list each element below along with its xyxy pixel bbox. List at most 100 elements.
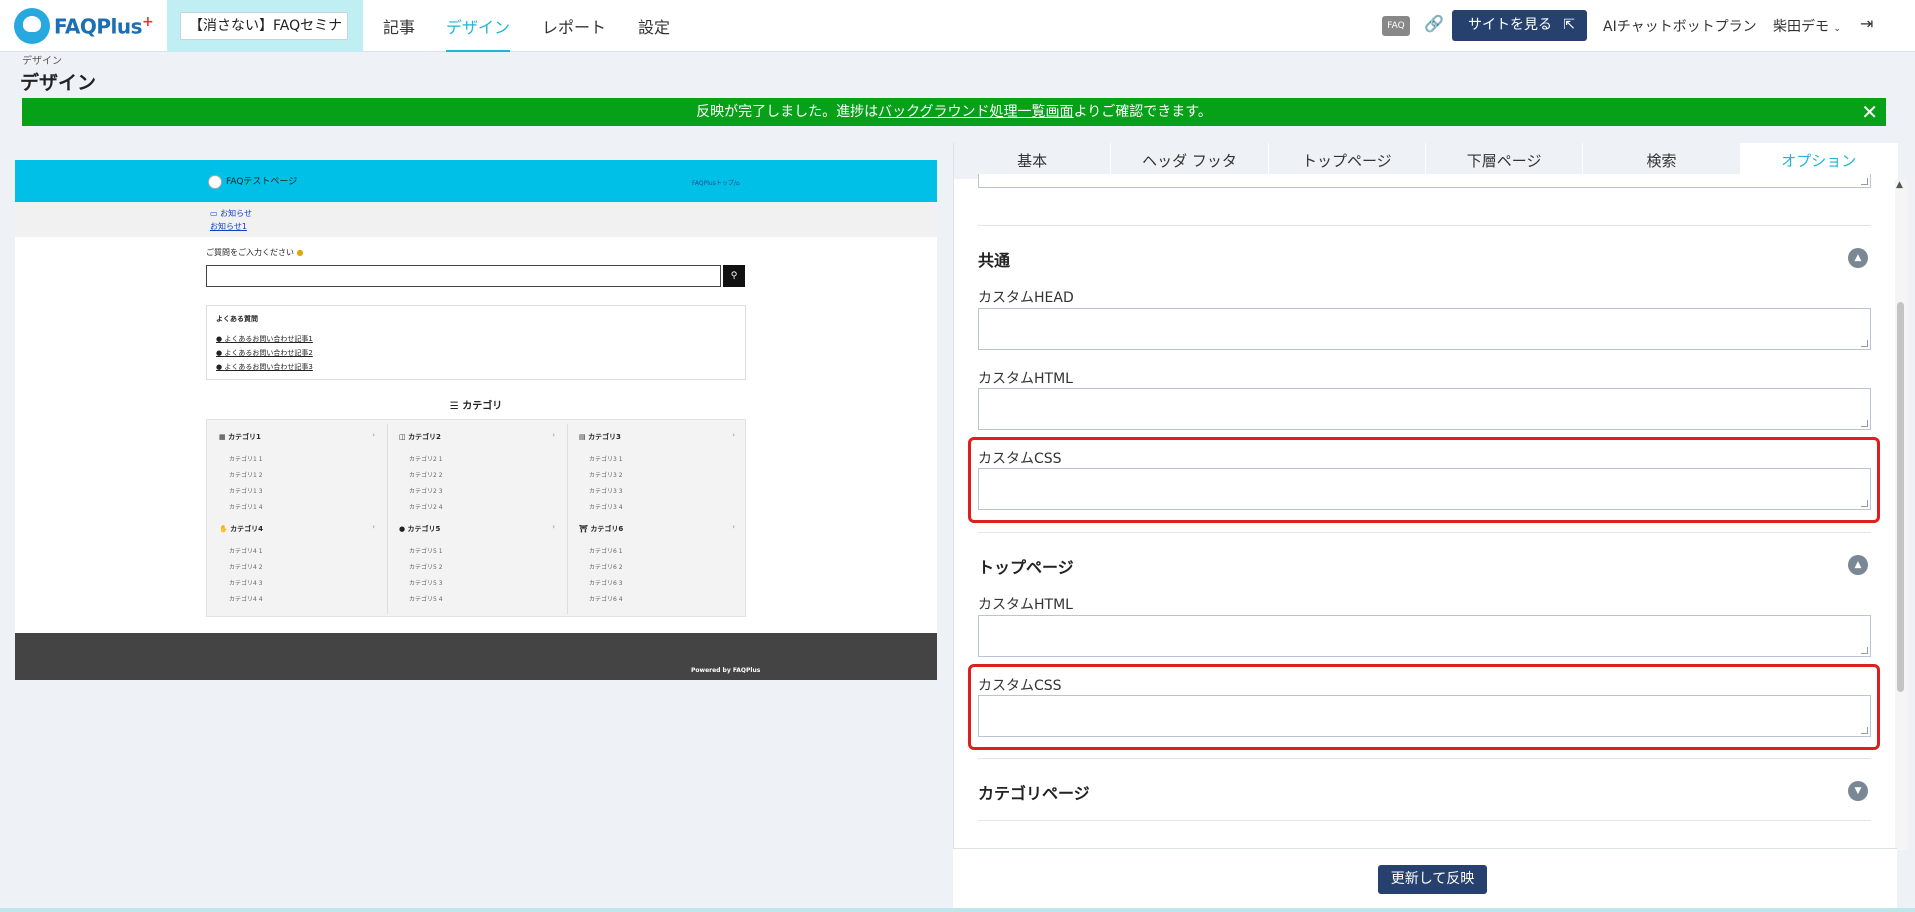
preview-subcategory: カテゴリ4 3 xyxy=(229,580,263,587)
chevron-down-icon[interactable]: ▼ xyxy=(1848,781,1868,801)
nav-report[interactable]: レポート xyxy=(542,14,606,52)
preview-subcategory: カテゴリ2 1 xyxy=(409,456,443,463)
preview-subcategory: カテゴリ1 2 xyxy=(229,472,263,479)
preview-search-input xyxy=(206,265,721,287)
preview-subcategory: カテゴリ6 1 xyxy=(589,548,623,555)
chevron-right-icon: › xyxy=(552,431,555,439)
external-link-icon: ⇱ xyxy=(1563,17,1575,33)
preview-subcategory: カテゴリ4 2 xyxy=(229,564,263,571)
preview-category-card: ● カテゴリ5 › カテゴリ5 1 カテゴリ5 2 カテゴリ5 3 カテゴリ5 … xyxy=(387,512,567,604)
preview-category-card: ✋ カテゴリ4 › カテゴリ4 1 カテゴリ4 2 カテゴリ4 3 カテゴリ4 … xyxy=(207,512,387,604)
design-settings-panel: 基本 ヘッダ フッタ トップページ 下層ページ 検索 オプション xyxy=(953,143,1898,912)
chevron-right-icon: › xyxy=(372,523,375,531)
preview-faq-heading: よくある質問 xyxy=(216,315,258,323)
top-custom-css-textarea[interactable] xyxy=(978,695,1871,737)
preview-category-card: ▦ カテゴリ1 › カテゴリ1 1 カテゴリ1 2 カテゴリ1 3 カテゴリ1 … xyxy=(207,420,387,512)
site-selector[interactable]: 【消さない】FAQセミナ xyxy=(180,12,348,40)
box-icon: ◫ xyxy=(399,433,406,441)
scroll-up-icon[interactable]: ▲ xyxy=(1896,180,1903,190)
preview-notice-area: ▭ お知らせ お知らせ1 xyxy=(15,202,937,237)
preview-faq-item: ● よくあるお問い合わせ記事3 xyxy=(216,362,313,372)
preview-subcategory: カテゴリ1 4 xyxy=(229,504,263,511)
chevron-up-icon[interactable]: ▲ xyxy=(1848,248,1868,268)
panel-scrollbar[interactable]: ▲ xyxy=(1895,180,1907,850)
chevron-right-icon: › xyxy=(732,431,735,439)
preview-subcategory: カテゴリ1 3 xyxy=(229,488,263,495)
preview-header: FAQテストページ FAQPlusトップ/⌂ xyxy=(15,160,937,202)
apple-icon: ● xyxy=(399,525,406,533)
chevron-right-icon: › xyxy=(552,523,555,531)
nav-articles[interactable]: 記事 xyxy=(383,14,415,52)
chevron-right-icon: › xyxy=(732,523,735,531)
common-custom-html-textarea[interactable] xyxy=(978,388,1871,430)
dolphin-logo-icon xyxy=(14,8,50,44)
preview-site-name: FAQテストページ xyxy=(226,177,298,187)
preview-footer: Powered by FAQPlus xyxy=(15,633,937,680)
divider xyxy=(978,820,1871,821)
background-jobs-link[interactable]: バックグラウンド処理一覧画面 xyxy=(878,104,1073,120)
preview-category-label: カテゴリ2 xyxy=(408,433,441,441)
preview-breadcrumb-text: FAQPlusトップ/ xyxy=(692,180,736,187)
breadcrumb[interactable]: デザイン xyxy=(22,52,62,67)
nav-design[interactable]: デザイン xyxy=(446,14,511,52)
top-custom-html-textarea[interactable] xyxy=(978,615,1871,657)
logout-icon[interactable]: ⇥ xyxy=(1860,14,1873,33)
preview-faq-item: ● よくあるお問い合わせ記事1 xyxy=(216,334,313,344)
custom-head-label: カスタムHEAD xyxy=(978,290,1074,306)
preview-category-label: カテゴリ1 xyxy=(228,433,261,441)
notice-icon: ▭ xyxy=(210,209,218,218)
chevron-right-icon: › xyxy=(372,431,375,439)
ghost-logo-icon xyxy=(208,174,222,189)
preview-subcategory: カテゴリ6 3 xyxy=(589,580,623,587)
preview-subcategory: カテゴリ4 1 xyxy=(229,548,263,555)
update-and-apply-button[interactable]: 更新して反映 xyxy=(1378,865,1487,894)
common-custom-css-textarea[interactable] xyxy=(978,468,1871,510)
scroll-thumb[interactable] xyxy=(1897,302,1904,692)
preview-subcategory: カテゴリ1 1 xyxy=(229,456,263,463)
common-custom-html-label: カスタムHTML xyxy=(978,371,1073,387)
preview-logo: FAQテストページ xyxy=(208,174,297,189)
preview-search-prompt-text: ご質問をご入力ください xyxy=(206,248,294,257)
preview-category-card: ◫ カテゴリ2 › カテゴリ2 1 カテゴリ2 2 カテゴリ2 3 カテゴリ2 … xyxy=(387,420,567,512)
preview-search-prompt: ご質問をご入力ください ● xyxy=(206,247,304,258)
preview-faq-item: ● よくあるお問い合わせ記事2 xyxy=(216,348,313,358)
view-site-button[interactable]: サイトを見る ⇱ xyxy=(1452,10,1587,41)
close-icon[interactable]: ✕ xyxy=(1861,98,1878,126)
logo-text: FAQPlus xyxy=(54,14,143,39)
preview-subcategory: カテゴリ3 2 xyxy=(589,472,623,479)
site-selector-area: 【消さない】FAQセミナ xyxy=(167,0,363,52)
preview-faq-item-text: よくあるお問い合わせ記事1 xyxy=(224,335,313,343)
custom-head-textarea[interactable] xyxy=(978,308,1871,350)
preview-category-card: ⛩ カテゴリ6 › カテゴリ6 1 カテゴリ6 2 カテゴリ6 3 カテゴリ6 … xyxy=(567,512,747,604)
nav-settings[interactable]: 設定 xyxy=(638,14,670,52)
search-icon: ⚲ xyxy=(723,265,745,287)
chat-icon: ● xyxy=(216,349,223,357)
top-custom-css-label: カスタムCSS xyxy=(978,678,1062,694)
hand-icon: ✋ xyxy=(219,525,228,533)
chevron-up-icon[interactable]: ▲ xyxy=(1848,555,1868,575)
preview-subcategory: カテゴリ3 4 xyxy=(589,504,623,511)
lightbulb-icon: ● xyxy=(296,248,304,257)
preview-category-name: ✋ カテゴリ4 xyxy=(219,524,263,534)
preview-category-label: カテゴリ5 xyxy=(407,525,441,533)
preview-subcategory: カテゴリ5 4 xyxy=(409,596,443,603)
preview-category-card: ▤ カテゴリ3 › カテゴリ3 1 カテゴリ3 2 カテゴリ3 3 カテゴリ3 … xyxy=(567,420,747,512)
success-alert: 反映が完了しました。進捗はバックグラウンド処理一覧画面よりご確認できます。 ✕ xyxy=(22,98,1886,126)
site-preview: FAQテストページ FAQPlusトップ/⌂ ▭ お知らせ お知らせ1 ご質問を… xyxy=(15,160,937,680)
preview-category-name: ● カテゴリ5 xyxy=(399,524,440,534)
chart-icon: ▤ xyxy=(579,433,586,441)
preview-subcategory: カテゴリ4 4 xyxy=(229,596,263,603)
faqplus-logo[interactable]: FAQPlus+ xyxy=(14,6,154,46)
user-menu[interactable]: 柴田デモ ⌄ xyxy=(1773,16,1841,36)
preview-subcategory: カテゴリ5 2 xyxy=(409,564,443,571)
user-name: 柴田デモ xyxy=(1773,19,1829,35)
preview-subcategory: カテゴリ6 2 xyxy=(589,564,623,571)
faq-chat-icon[interactable]: FAQ xyxy=(1382,16,1410,36)
alert-text-before: 反映が完了しました。進捗は xyxy=(696,104,879,120)
preview-category-title: ☰ カテゴリ xyxy=(206,397,746,412)
preview-subcategory: カテゴリ6 4 xyxy=(589,596,623,603)
previous-field-textarea[interactable] xyxy=(978,174,1871,188)
preview-category-label: カテゴリ3 xyxy=(588,433,621,441)
list-icon: ☰ xyxy=(449,401,459,412)
link-icon[interactable]: 🔗 xyxy=(1424,14,1444,33)
